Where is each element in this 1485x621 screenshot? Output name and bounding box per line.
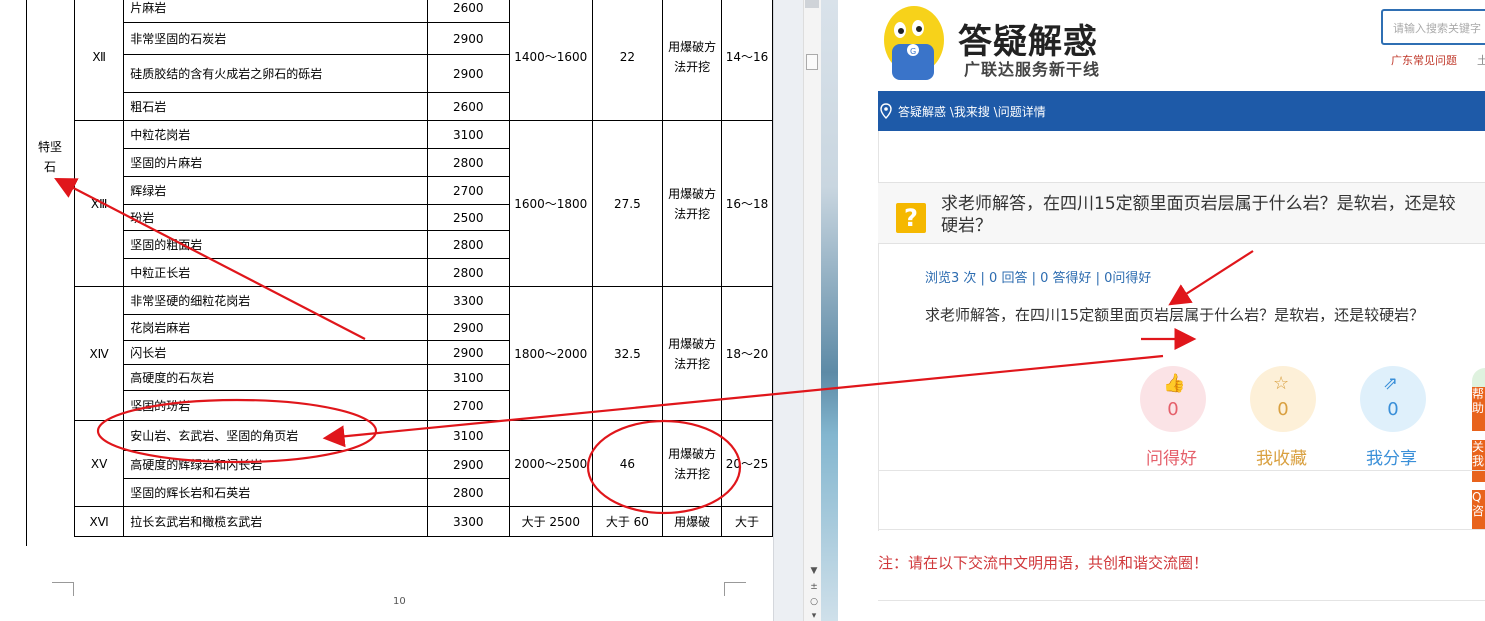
annotation-overlay (54, 177, 1254, 515)
annotation-arrow (322, 354, 1164, 448)
annotation-arrow (1168, 250, 1254, 306)
annotation-ellipse (586, 419, 742, 515)
annotation-arrow (54, 177, 366, 340)
annotation-ellipse (96, 398, 378, 464)
